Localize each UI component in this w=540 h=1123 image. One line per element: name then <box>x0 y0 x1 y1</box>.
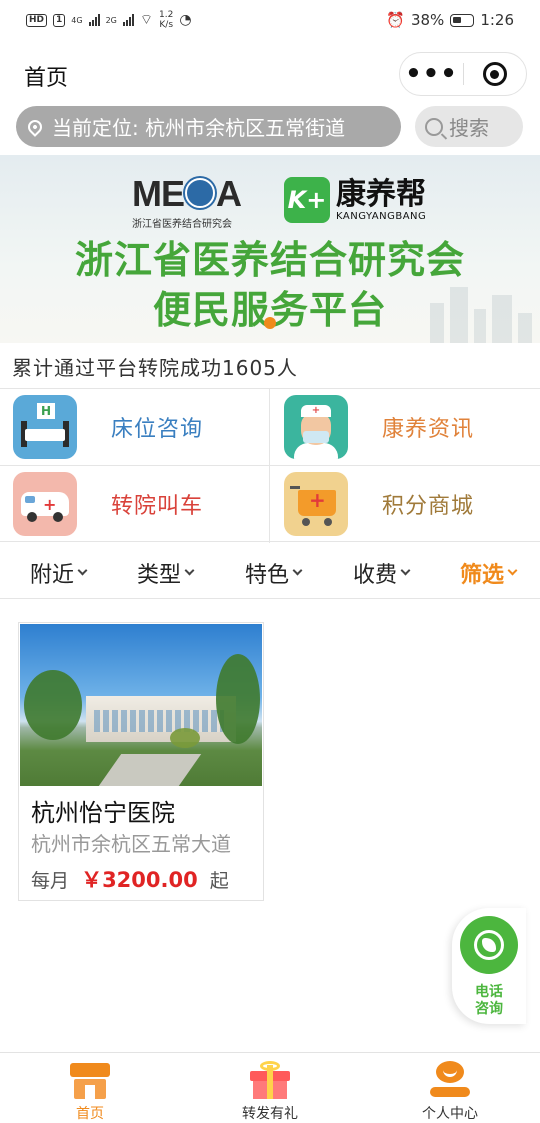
signal-icon <box>88 14 100 26</box>
service-label: 康养资讯 <box>382 417 475 442</box>
network-type-2: 2G <box>105 15 117 25</box>
filter-nearby[interactable]: 附近 <box>30 557 88 589</box>
tab-profile[interactable]: 个人中心 <box>360 1053 540 1123</box>
filter-label: 收费 <box>353 563 398 588</box>
tab-label: 个人中心 <box>422 1106 478 1122</box>
hospital-card[interactable]: 杭州怡宁医院 杭州市余杭区五常大道 每月 ￥3200.00 起 <box>18 622 264 901</box>
miniprogram-capsule: ••• <box>399 52 527 96</box>
nav-bar: 首页 ••• <box>0 44 540 104</box>
meca-logo-word: ME A <box>132 173 242 214</box>
more-menu-button[interactable]: ••• <box>400 54 463 94</box>
network-type-1: 4G <box>71 15 83 25</box>
kangyangbang-mark-icon: K+ <box>284 177 330 223</box>
service-health-news[interactable]: + 康养资讯 <box>270 389 540 465</box>
sim-badge: 1 <box>53 13 66 27</box>
user-icon <box>430 1061 470 1099</box>
filter-type[interactable]: 类型 <box>137 557 195 589</box>
nurse-icon: + <box>284 395 348 459</box>
filter-fee[interactable]: 收费 <box>353 557 411 589</box>
hospital-bed-icon: H <box>13 395 77 459</box>
clock-time: 1:26 <box>480 11 514 29</box>
current-location-text: 当前定位: 杭州市余杭区五常街道 <box>52 116 346 140</box>
target-icon <box>482 62 507 86</box>
alarm-icon: ⏰ <box>386 11 405 29</box>
globe-icon <box>185 178 215 209</box>
filter-label: 附近 <box>30 563 75 588</box>
meca-logo: ME A 浙江省医养结合研究会 <box>132 173 254 231</box>
price-suffix: 起 <box>209 870 229 892</box>
home-icon <box>70 1061 110 1099</box>
chevron-down-icon <box>184 565 195 576</box>
hd-badge: HD <box>26 13 48 27</box>
search-icon <box>425 117 443 136</box>
wifi-icon: ⌔ <box>139 12 154 28</box>
phone-circle <box>460 916 518 974</box>
signal-icon-2 <box>122 14 134 26</box>
service-bed-consult[interactable]: H 床位咨询 <box>0 389 270 465</box>
phone-label-line1: 电话 <box>475 984 503 1000</box>
price-prefix: 每月 <box>31 870 70 892</box>
meca-logo-subtitle: 浙江省医养结合研究会 <box>132 219 232 230</box>
speed-unit: K/s <box>159 20 174 30</box>
page-title: 首页 <box>24 66 69 91</box>
banner-headline-1: 浙江省医养结合研究会 <box>74 238 465 282</box>
search-button[interactable]: 搜索 <box>415 106 523 147</box>
location-pin-icon <box>25 116 45 137</box>
tab-home[interactable]: 首页 <box>0 1053 180 1123</box>
service-label: 转院叫车 <box>111 494 204 519</box>
kangyangbang-text: 康养帮 KANGYANGBANG <box>336 176 427 222</box>
filter-feature[interactable]: 特色 <box>245 557 303 589</box>
network-speed: 1.2 K/s <box>159 10 173 30</box>
status-right: ⏰ 38% 1:26 <box>386 11 514 29</box>
shopping-cart-icon: + <box>284 472 348 536</box>
battery-icon <box>450 13 475 27</box>
filter-bar: 附近 类型 特色 收费 筛选 <box>0 543 540 599</box>
status-left: HD 1 4G 2G ⌔ 1.2 K/s ◔ <box>26 10 192 30</box>
filter-label: 筛选 <box>460 563 505 588</box>
status-bar: HD 1 4G 2G ⌔ 1.2 K/s ◔ ⏰ 38% 1:26 <box>0 0 540 40</box>
hospital-price: 每月 ￥3200.00 起 <box>31 864 229 894</box>
phone-consult-label: 电话 咨询 <box>452 984 526 1018</box>
close-miniprogram-button[interactable] <box>464 62 526 86</box>
price-currency: ￥ <box>81 868 103 892</box>
service-transfer-car[interactable]: + 转院叫车 <box>0 466 270 542</box>
search-label: 搜索 <box>449 116 489 140</box>
hospital-photo <box>20 624 262 786</box>
banner-carousel[interactable]: ME A 浙江省医养结合研究会 K+ 康养帮 KANGYANGBANG 浙江省医养… <box>0 155 540 343</box>
current-location-bar[interactable]: 当前定位: 杭州市余杭区五常街道 <box>16 106 401 147</box>
battery-percent: 38% <box>410 11 445 29</box>
kangyangbang-cn: 康养帮 <box>336 176 426 212</box>
kangyangbang-en: KANGYANGBANG <box>336 210 427 222</box>
service-points-mall[interactable]: + 积分商城 <box>270 466 540 542</box>
ambulance-icon: + <box>13 472 77 536</box>
service-label: 床位咨询 <box>111 417 204 442</box>
phone-label-line2: 咨询 <box>475 1001 503 1017</box>
transfer-stat-text: 累计通过平台转院成功1605人 <box>12 356 298 380</box>
tab-label: 转发有礼 <box>242 1106 298 1122</box>
wechat-icon: ◔ <box>179 12 192 28</box>
price-value: 3200.00 <box>102 868 198 892</box>
service-label: 积分商城 <box>382 494 475 519</box>
price-amount: ￥3200.00 <box>81 868 198 892</box>
phone-consult-button[interactable]: 电话 咨询 <box>452 908 526 1024</box>
tab-label: 首页 <box>76 1106 104 1122</box>
filter-label: 类型 <box>137 563 182 588</box>
tab-share-gift[interactable]: 转发有礼 <box>180 1053 360 1123</box>
gift-icon <box>250 1061 290 1099</box>
speed-value: 1.2 <box>159 10 174 20</box>
service-grid: H 床位咨询 + 康养资讯 + 转院叫车 + 积分商城 <box>0 388 540 543</box>
tab-bar: 首页 转发有礼 个人中心 <box>0 1052 540 1123</box>
kangyangbang-logo: K+ 康养帮 KANGYANGBANG <box>284 177 426 223</box>
hospital-name: 杭州怡宁医院 <box>31 799 175 827</box>
filter-screen[interactable]: 筛选 <box>460 557 518 589</box>
chevron-down-icon <box>77 565 88 576</box>
carousel-indicator-dot[interactable] <box>264 317 276 329</box>
filter-label: 特色 <box>245 563 290 588</box>
hospital-address: 杭州市余杭区五常大道 <box>31 832 231 856</box>
chevron-down-icon <box>507 565 518 576</box>
chevron-down-icon <box>400 565 411 576</box>
chevron-down-icon <box>292 565 303 576</box>
phone-icon <box>474 930 504 960</box>
